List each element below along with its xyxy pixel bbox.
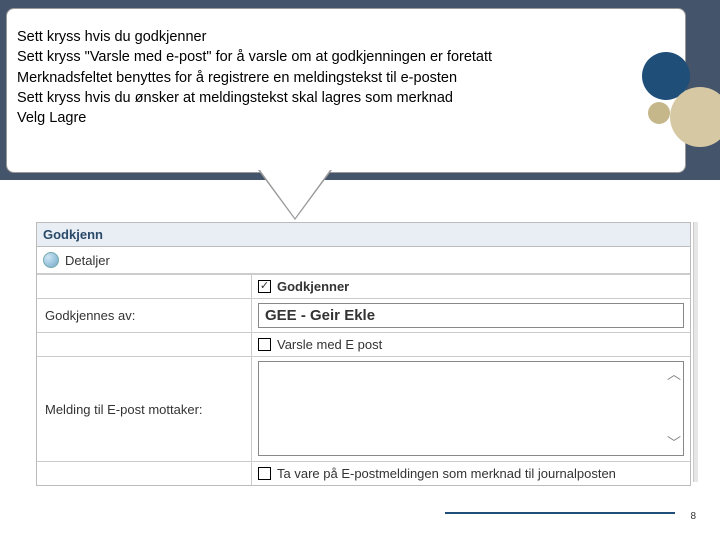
notify-checkbox-cell: Varsle med E post — [252, 332, 690, 356]
scrollbar-track[interactable] — [693, 222, 698, 482]
empty-cell — [37, 461, 252, 485]
form-title: Godkjenn — [37, 223, 690, 247]
callout-tail — [260, 170, 330, 218]
footer-rule — [445, 512, 675, 514]
callout-line: Sett kryss hvis du ønsker at meldingstek… — [17, 88, 675, 108]
empty-cell — [37, 332, 252, 356]
page-number: 8 — [690, 511, 696, 522]
approver-checkbox-label: Godkjenner — [277, 279, 349, 294]
approval-form: Godkjenn Detaljer ✓ Godkjenner Godkjenne… — [36, 222, 691, 486]
details-icon — [43, 252, 59, 268]
details-header[interactable]: Detaljer — [37, 247, 690, 274]
instruction-callout: Sett kryss hvis du godkjenner Sett kryss… — [6, 8, 686, 173]
callout-line: Velg Lagre — [17, 108, 675, 128]
callout-line: Merknadsfeltet benyttes for å registrere… — [17, 68, 675, 88]
scroll-down-icon[interactable]: ﹀ — [667, 433, 681, 453]
callout-line: Sett kryss "Varsle med e-post" for å var… — [17, 47, 675, 67]
message-cell: ︿ ﹀ — [252, 356, 690, 461]
keep-checkbox-label: Ta vare på E-postmeldingen som merknad t… — [277, 466, 616, 481]
approver-checkbox-cell: ✓ Godkjenner — [252, 274, 690, 298]
notify-checkbox-label: Varsle med E post — [277, 337, 382, 352]
notify-checkbox[interactable] — [258, 338, 271, 351]
details-label: Detaljer — [65, 253, 110, 268]
keep-as-note-checkbox[interactable] — [258, 467, 271, 480]
callout-line: Sett kryss hvis du godkjenner — [17, 27, 675, 47]
scroll-up-icon[interactable]: ︿ — [667, 364, 681, 384]
empty-cell — [37, 274, 252, 298]
message-label: Melding til E-post mottaker: — [37, 356, 252, 461]
circle-icon — [648, 102, 670, 124]
approved-by-label: Godkjennes av: — [37, 298, 252, 332]
approved-by-input[interactable]: GEE - Geir Ekle — [258, 303, 684, 328]
message-textarea[interactable]: ︿ ﹀ — [258, 361, 684, 456]
approved-by-cell: GEE - Geir Ekle — [252, 298, 690, 332]
keep-checkbox-cell: Ta vare på E-postmeldingen som merknad t… — [252, 461, 690, 485]
approver-checkbox[interactable]: ✓ — [258, 280, 271, 293]
